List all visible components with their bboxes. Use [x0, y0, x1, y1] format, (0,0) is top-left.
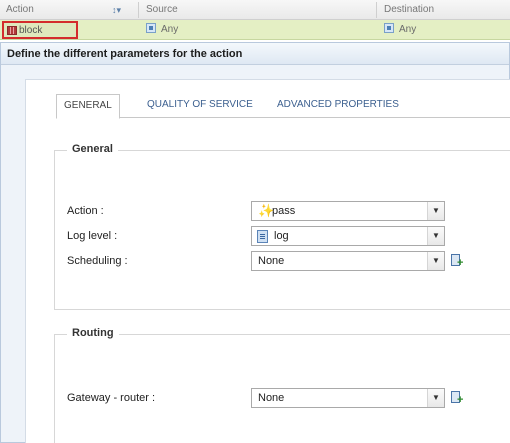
pass-icon: ✨: [258, 203, 275, 218]
log-level-label: Log level :: [67, 230, 118, 242]
action-cell[interactable]: block: [2, 21, 78, 39]
destination-cell[interactable]: Any: [384, 23, 416, 37]
log-level-select-value: log: [274, 230, 289, 242]
scheduling-select-value: None: [258, 255, 285, 267]
column-header-action[interactable]: Action: [6, 0, 34, 20]
general-legend: General: [67, 143, 118, 155]
source-value: Any: [161, 24, 179, 35]
chevron-down-icon[interactable]: ▼: [427, 252, 444, 270]
column-divider: [138, 2, 139, 18]
column-header-source[interactable]: Source: [146, 0, 178, 20]
tab-general[interactable]: GENERAL: [56, 94, 120, 119]
column-divider: [376, 2, 377, 18]
dialog-title: Define the different parameters for the …: [1, 43, 509, 65]
block-icon: [7, 26, 17, 35]
routing-fieldset: Routing Gateway - router : None ▼ +: [54, 327, 510, 443]
gateway-router-label: Gateway - router :: [67, 392, 156, 404]
gateway-router-select[interactable]: None ▼: [251, 388, 445, 408]
action-value: block: [19, 25, 43, 36]
action-label: Action :: [67, 205, 104, 217]
add-router-object-icon[interactable]: +: [451, 391, 465, 406]
rule-grid-header: Action ↕▾ Source Destination: [0, 0, 510, 20]
chevron-down-icon[interactable]: ▼: [427, 389, 444, 407]
column-header-destination[interactable]: Destination: [384, 0, 434, 20]
tab-advanced-properties[interactable]: ADVANCED PROPERTIES: [270, 94, 406, 118]
log-icon: [257, 230, 268, 243]
tab-quality-of-service[interactable]: QUALITY OF SERVICE: [140, 94, 260, 118]
destination-value: Any: [399, 24, 417, 35]
scheduling-label: Scheduling :: [67, 255, 128, 267]
rule-row[interactable]: block Any Any: [0, 20, 510, 40]
chevron-down-icon[interactable]: ▼: [427, 227, 444, 245]
dialog-body: GENERAL QUALITY OF SERVICE ADVANCED PROP…: [25, 79, 510, 443]
gateway-router-select-value: None: [258, 392, 285, 404]
source-cell[interactable]: Any: [146, 23, 178, 37]
action-select[interactable]: ✨ pass ▼: [251, 201, 445, 221]
sort-icon[interactable]: ↕▾: [112, 5, 122, 15]
action-select-value: pass: [272, 205, 296, 217]
network-object-icon: [146, 23, 156, 33]
scheduling-select[interactable]: None ▼: [251, 251, 445, 271]
general-fieldset: General Action : ✨ pass ▼ Log level : lo…: [54, 143, 510, 310]
action-parameters-dialog: Define the different parameters for the …: [0, 42, 510, 443]
chevron-down-icon[interactable]: ▼: [427, 202, 444, 220]
add-time-object-icon[interactable]: +: [451, 254, 465, 269]
tab-bar: GENERAL QUALITY OF SERVICE ADVANCED PROP…: [56, 94, 510, 119]
network-object-icon: [384, 23, 394, 33]
log-level-select[interactable]: log ▼: [251, 226, 445, 246]
routing-legend: Routing: [67, 327, 119, 339]
